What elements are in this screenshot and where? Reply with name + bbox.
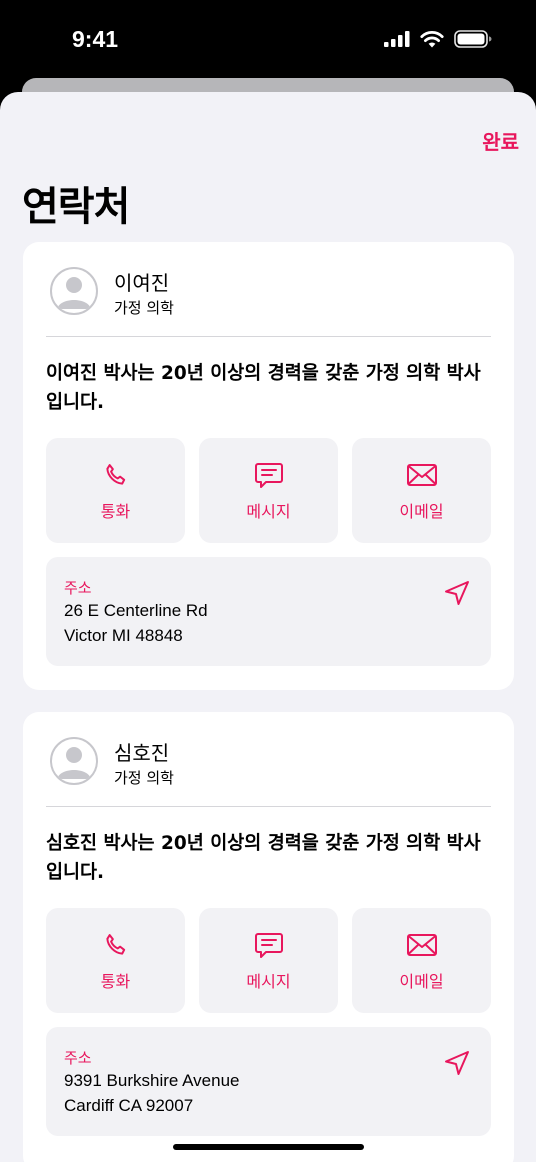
message-label: 메시지	[246, 972, 291, 991]
contact-bio: 심호진 박사는 20년 이상의 경력을 갖춘 가정 의학 박사입니다.	[46, 833, 481, 883]
location-arrow-icon[interactable]	[443, 1049, 471, 1081]
status-bar: 9:41	[0, 0, 536, 80]
action-row: 통화 메시지 이메일	[46, 438, 491, 543]
status-icons	[384, 30, 492, 48]
page-title: 연락처	[22, 184, 130, 230]
call-label: 통화	[100, 502, 131, 521]
done-button[interactable]: 완료	[482, 126, 519, 155]
phone-icon	[102, 930, 130, 960]
address-line-1: 9391 Burkshire Avenue	[64, 1071, 240, 1090]
address-line-2: Cardiff CA 92007	[64, 1096, 194, 1115]
status-time: 9:41	[72, 26, 119, 52]
mail-icon	[406, 460, 438, 490]
location-arrow-icon[interactable]	[443, 579, 471, 611]
address-line-2: Victor MI 48848	[64, 626, 183, 645]
email-label: 이메일	[399, 972, 444, 991]
address-label: 주소	[64, 1049, 92, 1067]
email-label: 이메일	[399, 502, 444, 521]
message-button[interactable]: 메시지	[199, 908, 338, 1013]
action-row: 통화 메시지 이메일	[46, 908, 491, 1013]
contact-card: 이여진 가정 의학 이여진 박사는 20년 이상의 경력을 갖춘 가정 의학 박…	[23, 242, 514, 690]
call-button[interactable]: 통화	[46, 908, 185, 1013]
avatar-icon	[50, 737, 98, 785]
signal-icon	[384, 31, 410, 47]
message-icon	[254, 460, 284, 490]
contact-card: 심호진 가정 의학 심호진 박사는 20년 이상의 경력을 갖춘 가정 의학 박…	[23, 712, 514, 1162]
mail-icon	[406, 930, 438, 960]
address-line-1: 26 E Centerline Rd	[64, 601, 208, 620]
contact-name: 이여진	[114, 271, 170, 295]
battery-icon	[454, 30, 492, 48]
contact-specialty: 가정 의학	[114, 769, 174, 787]
call-button[interactable]: 통화	[46, 438, 185, 543]
divider	[46, 336, 491, 337]
contact-specialty: 가정 의학	[114, 299, 174, 317]
address-label: 주소	[64, 579, 92, 597]
message-button[interactable]: 메시지	[199, 438, 338, 543]
wifi-icon	[420, 31, 444, 48]
avatar-icon	[50, 267, 98, 315]
address-box[interactable]: 주소 9391 Burkshire Avenue Cardiff CA 9200…	[46, 1027, 491, 1136]
divider	[46, 806, 491, 807]
contact-header: 심호진 가정 의학	[50, 737, 490, 789]
call-label: 통화	[100, 972, 131, 991]
home-indicator[interactable]	[173, 1144, 364, 1150]
contacts-sheet: 완료 연락처 이여진 가정 의학 이여진 박사는 20년 이상의 경력을 갖춘 …	[0, 92, 536, 1162]
contact-header: 이여진 가정 의학	[50, 267, 490, 319]
email-button[interactable]: 이메일	[352, 438, 491, 543]
email-button[interactable]: 이메일	[352, 908, 491, 1013]
address-box[interactable]: 주소 26 E Centerline Rd Victor MI 48848	[46, 557, 491, 666]
contact-bio: 이여진 박사는 20년 이상의 경력을 갖춘 가정 의학 박사입니다.	[46, 363, 481, 413]
message-icon	[254, 930, 284, 960]
message-label: 메시지	[246, 502, 291, 521]
contact-name: 심호진	[114, 741, 170, 765]
phone-icon	[102, 460, 130, 490]
